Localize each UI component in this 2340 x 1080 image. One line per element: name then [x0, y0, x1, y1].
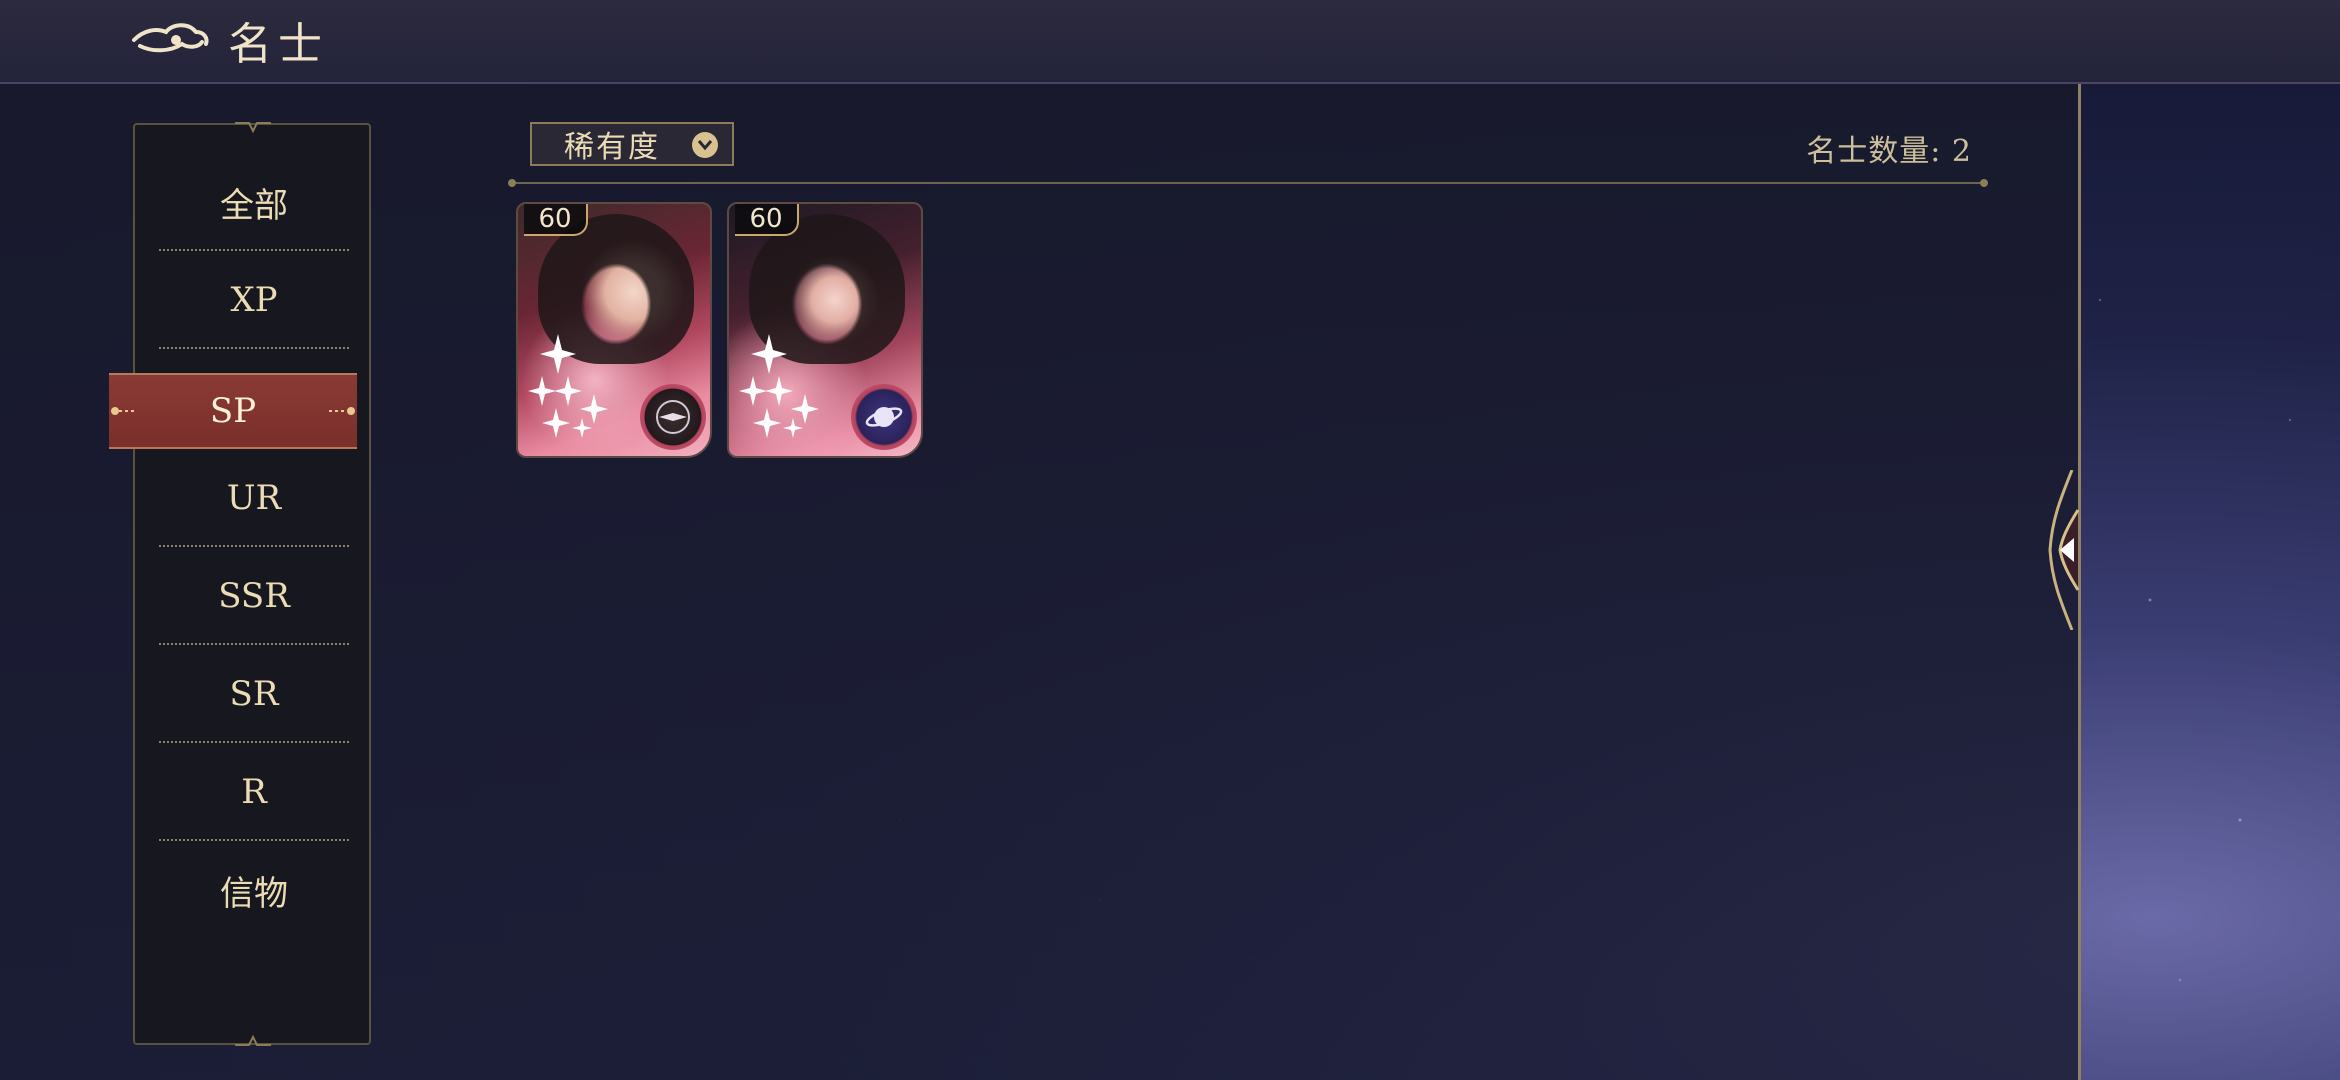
title-group: 名士: [130, 8, 328, 72]
page-title: 名士: [228, 19, 328, 70]
sidebar-item-label: 信物: [220, 873, 288, 914]
sidebar-item-label: SP: [209, 391, 257, 431]
ornament-right-icon: [329, 407, 355, 415]
compass-icon: [640, 384, 706, 450]
sidebar-item-label: 全部: [220, 185, 288, 226]
sidebar-item-label: R: [241, 772, 267, 812]
sparkle-stars-icon: [739, 334, 819, 438]
filter-label: 稀有度: [564, 130, 660, 165]
collapse-panel-arrow-icon[interactable]: [2042, 470, 2088, 630]
sidebar-item-ur[interactable]: UR: [159, 449, 349, 547]
sidebar-item-label: XP: [230, 280, 278, 320]
cloud-back-icon[interactable]: [130, 18, 210, 62]
character-card[interactable]: 60: [516, 202, 712, 458]
sidebar-item-xp[interactable]: XP: [159, 251, 349, 349]
sparkle-stars-icon: [528, 334, 608, 438]
character-count: 名士数量: 2: [1806, 134, 1972, 169]
ornament-left-icon: [111, 407, 137, 415]
header-divider: [508, 179, 1988, 187]
sidebar-item-label: SR: [229, 674, 279, 714]
sidebar-item-label: UR: [226, 478, 282, 518]
sidebar-item-sp[interactable]: SP: [109, 373, 357, 449]
sidebar-item-sr[interactable]: SR: [159, 645, 349, 743]
sidebar-item-all[interactable]: 全部: [159, 153, 349, 251]
sidebar-item-ssr[interactable]: SSR: [159, 547, 349, 645]
sidebar-item-r[interactable]: R: [159, 743, 349, 841]
rarity-sidebar: 全部 XP SP UR SSR SR R 信物: [109, 122, 371, 1046]
rarity-filter-dropdown[interactable]: 稀有度: [530, 122, 734, 166]
planet-icon: [851, 384, 917, 450]
title-bar: 名士: [0, 0, 2340, 84]
character-card[interactable]: 60: [727, 202, 923, 458]
level-badge: 60: [735, 204, 799, 236]
sidebar-notch-top-icon: [235, 122, 271, 134]
sidebar-item-label: SSR: [218, 576, 290, 616]
level-badge: 60: [524, 204, 588, 236]
sidebar-item-token[interactable]: 信物: [159, 841, 349, 939]
sidebar-notch-bottom-icon: [235, 1034, 271, 1046]
chevron-down-icon: [692, 132, 718, 158]
